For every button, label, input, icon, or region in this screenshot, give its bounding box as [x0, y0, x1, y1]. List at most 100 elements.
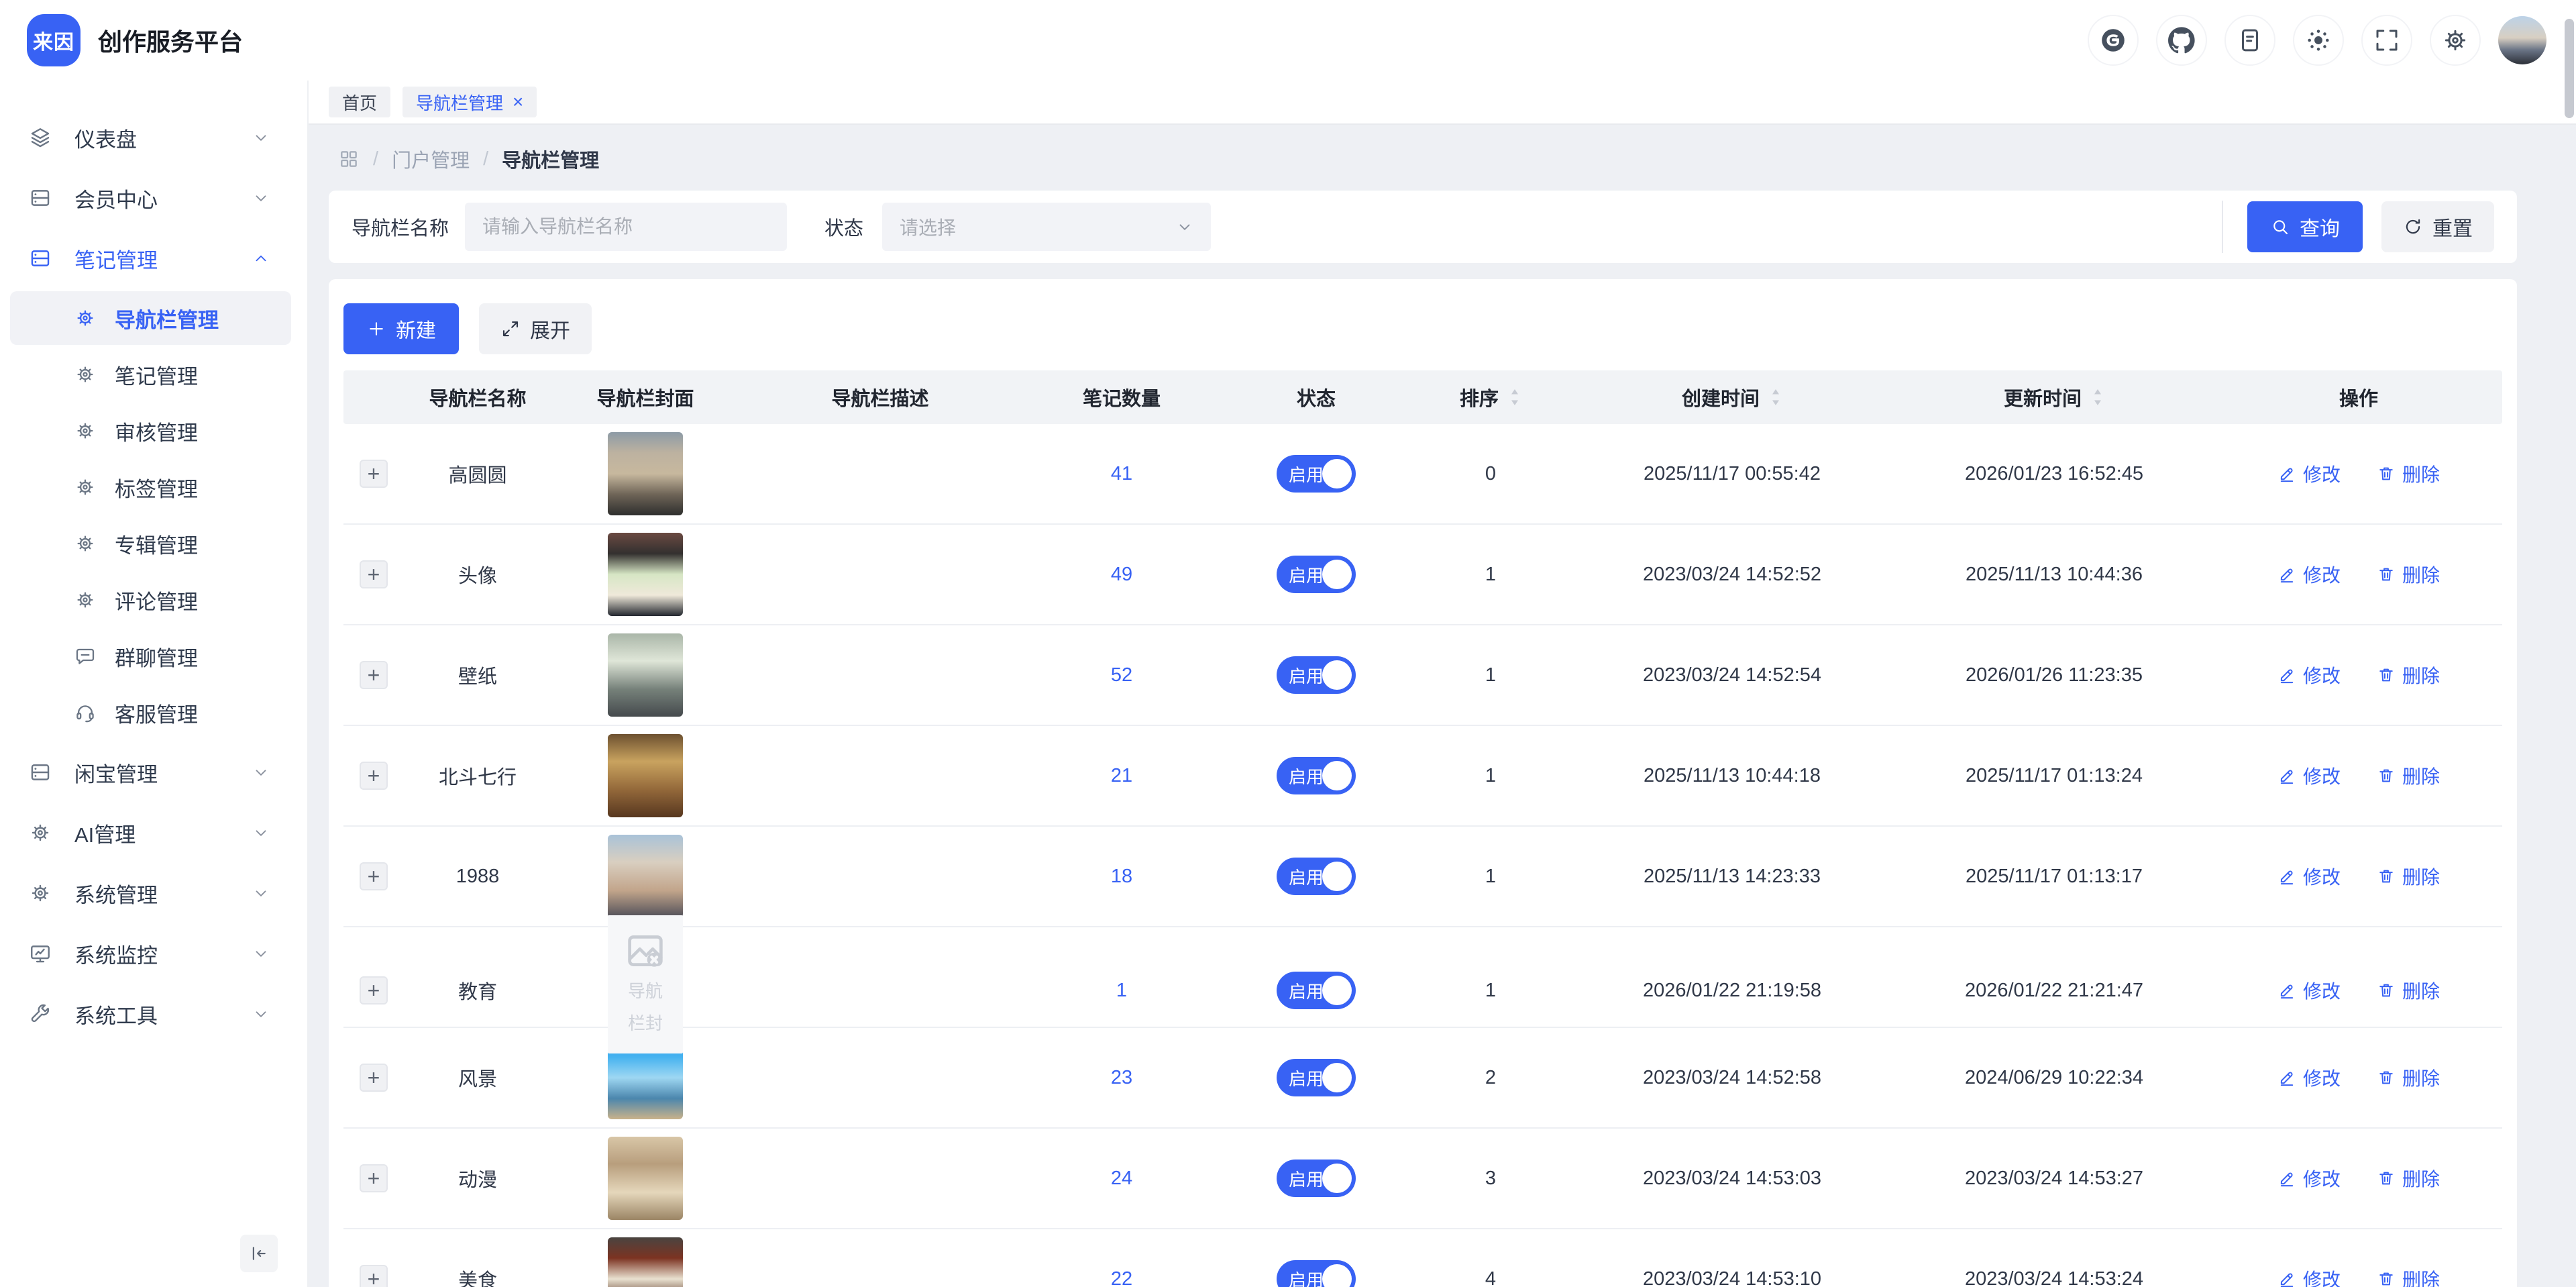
note-count-link[interactable]: 49: [1111, 564, 1132, 586]
status-toggle[interactable]: 启用: [1277, 858, 1356, 895]
document-icon[interactable]: [2224, 15, 2275, 66]
status-toggle[interactable]: 启用: [1277, 556, 1356, 593]
sidebar-subitem-笔记管理[interactable]: 笔记管理: [10, 348, 291, 401]
delete-link[interactable]: 删除: [2377, 460, 2440, 487]
status-toggle[interactable]: 启用: [1277, 1059, 1356, 1096]
note-count-link[interactable]: 22: [1111, 1268, 1132, 1287]
note-count-link[interactable]: 41: [1111, 463, 1132, 485]
sort-carets-icon[interactable]: [1769, 388, 1782, 407]
sidebar-subitem-标签管理[interactable]: 标签管理: [10, 460, 291, 514]
theme-sun-icon[interactable]: [2293, 15, 2344, 66]
sidebar-item-笔记管理[interactable]: 笔记管理: [0, 228, 307, 289]
expand-all-button[interactable]: 展开: [479, 303, 592, 354]
reset-button[interactable]: 重置: [2381, 201, 2494, 252]
status-select[interactable]: 请选择: [882, 203, 1211, 251]
sidebar-collapse-button[interactable]: [240, 1235, 278, 1272]
row-expand-button[interactable]: +: [360, 1265, 388, 1287]
headset-icon: [74, 702, 96, 723]
page-scrollbar[interactable]: [2565, 19, 2574, 118]
user-avatar[interactable]: [2498, 16, 2546, 64]
tab-导航栏管理[interactable]: 导航栏管理×: [402, 87, 537, 117]
fullscreen-icon[interactable]: [2361, 15, 2412, 66]
delete-link[interactable]: 删除: [2377, 977, 2440, 1004]
row-expand-button[interactable]: +: [360, 1064, 388, 1092]
row-expand-button[interactable]: +: [360, 862, 388, 890]
github-icon[interactable]: [2156, 15, 2207, 66]
updated-time: 2025/11/13 10:44:36: [1893, 564, 2215, 586]
delete-link[interactable]: 删除: [2377, 762, 2440, 789]
breadcrumb-item-门户管理[interactable]: 门户管理: [392, 145, 470, 173]
edit-pencil-icon: [2277, 766, 2296, 785]
sidebar-subitem-导航栏管理[interactable]: 导航栏管理: [10, 291, 291, 345]
sort-carets-icon[interactable]: [2091, 388, 2104, 407]
edit-link[interactable]: 修改: [2277, 1165, 2341, 1192]
sidebar-item-系统监控[interactable]: 系统监控: [0, 923, 307, 984]
cover-image-group-outdoor-photo[interactable]: [608, 835, 683, 918]
sidebar-item-闲宝管理[interactable]: 闲宝管理: [0, 742, 307, 803]
delete-link[interactable]: 删除: [2377, 1064, 2440, 1091]
edit-link[interactable]: 修改: [2277, 662, 2341, 688]
note-count-link[interactable]: 18: [1111, 866, 1132, 888]
gear-icon: [74, 364, 96, 385]
edit-link[interactable]: 修改: [2277, 561, 2341, 588]
sort-carets-icon[interactable]: [1508, 388, 1521, 407]
note-count-link[interactable]: 24: [1111, 1168, 1132, 1190]
status-toggle-label: 启用: [1289, 1066, 1324, 1090]
nav-name-input[interactable]: [465, 203, 787, 251]
delete-link[interactable]: 删除: [2377, 863, 2440, 890]
status-toggle[interactable]: 启用: [1277, 1260, 1356, 1287]
cover-image-anime-collage-photo[interactable]: [608, 1137, 683, 1220]
sidebar-item-AI管理[interactable]: AI管理: [0, 803, 307, 863]
row-expand-button[interactable]: +: [360, 661, 388, 689]
column-header-创建时间[interactable]: 创建时间: [1571, 383, 1893, 411]
delete-link[interactable]: 删除: [2377, 662, 2440, 688]
cover-image-car-interior-photo[interactable]: [608, 633, 683, 717]
sidebar-item-系统工具[interactable]: 系统工具: [0, 984, 307, 1044]
edit-link[interactable]: 修改: [2277, 460, 2341, 487]
settings-gear-icon[interactable]: [2430, 15, 2481, 66]
edit-link[interactable]: 修改: [2277, 1266, 2341, 1287]
column-header-更新时间[interactable]: 更新时间: [1893, 383, 2215, 411]
row-expand-button[interactable]: +: [360, 460, 388, 488]
delete-link[interactable]: 删除: [2377, 561, 2440, 588]
edit-link[interactable]: 修改: [2277, 1064, 2341, 1091]
gitee-icon[interactable]: [2088, 15, 2139, 66]
note-count-link[interactable]: 23: [1111, 1067, 1132, 1089]
cover-image-child-portrait-photo[interactable]: [608, 533, 683, 616]
tab-首页[interactable]: 首页: [329, 87, 390, 117]
status-toggle[interactable]: 启用: [1277, 972, 1356, 1009]
cover-image-beach-portrait-photo[interactable]: [608, 432, 683, 515]
delete-link[interactable]: 删除: [2377, 1165, 2440, 1192]
note-count-link[interactable]: 52: [1111, 664, 1132, 686]
sidebar-subitem-客服管理[interactable]: 客服管理: [10, 686, 291, 739]
breadcrumb-grid-icon[interactable]: [338, 148, 360, 170]
delete-link[interactable]: 删除: [2377, 1266, 2440, 1287]
edit-link[interactable]: 修改: [2277, 762, 2341, 789]
sort-value: 4: [1410, 1268, 1571, 1287]
cover-image-hotpot-food-photo[interactable]: [608, 1237, 683, 1287]
search-button[interactable]: 查询: [2247, 201, 2363, 252]
note-count-link[interactable]: 21: [1111, 765, 1132, 787]
sidebar-subitem-群聊管理[interactable]: 群聊管理: [10, 629, 291, 683]
note-count-link[interactable]: 1: [1116, 980, 1127, 1002]
edit-link[interactable]: 修改: [2277, 863, 2341, 890]
edit-link[interactable]: 修改: [2277, 977, 2341, 1004]
sidebar-item-系统管理[interactable]: 系统管理: [0, 863, 307, 923]
row-expand-button[interactable]: +: [360, 560, 388, 588]
column-header-排序[interactable]: 排序: [1410, 383, 1571, 411]
sidebar-subitem-评论管理[interactable]: 评论管理: [10, 573, 291, 627]
sidebar-item-仪表盘[interactable]: 仪表盘: [0, 107, 307, 168]
row-expand-button[interactable]: +: [360, 1164, 388, 1192]
row-expand-button[interactable]: +: [360, 762, 388, 790]
tab-close-icon[interactable]: ×: [513, 93, 523, 111]
row-expand-button[interactable]: +: [360, 976, 388, 1005]
status-toggle[interactable]: 启用: [1277, 455, 1356, 493]
sidebar-item-会员中心[interactable]: 会员中心: [0, 168, 307, 228]
cover-image-warm-restaurant-photo[interactable]: [608, 734, 683, 817]
status-toggle[interactable]: 启用: [1277, 656, 1356, 694]
sidebar-subitem-专辑管理[interactable]: 专辑管理: [10, 517, 291, 570]
sidebar-subitem-审核管理[interactable]: 审核管理: [10, 404, 291, 458]
status-toggle[interactable]: 启用: [1277, 1160, 1356, 1197]
create-button[interactable]: 新建: [343, 303, 459, 354]
status-toggle[interactable]: 启用: [1277, 757, 1356, 794]
